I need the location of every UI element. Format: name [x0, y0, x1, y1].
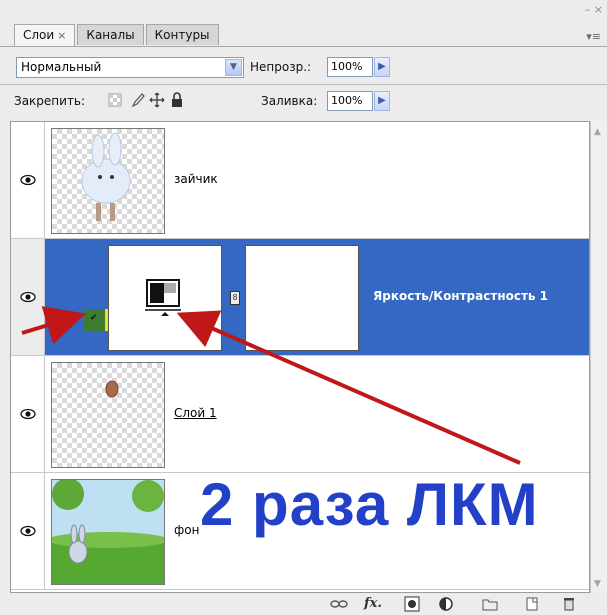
tabs-divider [0, 46, 607, 47]
close-icon[interactable]: × [57, 29, 66, 42]
lock-icon[interactable] [170, 92, 184, 108]
layer-row[interactable]: Слой 1 [11, 356, 589, 473]
bunny-image-icon [81, 132, 131, 221]
opacity-label: Непрозр.: [250, 60, 312, 74]
lock-transparency-icon[interactable] [108, 93, 122, 107]
scroll-up-icon[interactable]: ▲ [594, 127, 601, 137]
eye-icon[interactable] [20, 291, 36, 303]
lock-label: Закрепить: [14, 94, 86, 108]
adjustment-thumbnail[interactable] [108, 245, 222, 351]
panel-menu-icon[interactable]: ▾≡ [586, 30, 601, 43]
tab-channels[interactable]: Каналы [77, 24, 144, 45]
minimize-icon[interactable]: – [585, 3, 591, 16]
close-icon[interactable]: × [594, 3, 603, 16]
layer-row[interactable]: зайчик [11, 122, 589, 239]
fill-arrow-icon[interactable]: ▶ [374, 91, 390, 111]
adjustment-icon[interactable] [438, 596, 456, 612]
tab-label: Контуры [154, 28, 210, 42]
link-icon[interactable] [330, 599, 348, 609]
layer-row-selected[interactable]: ✔ 8 Яркость/Контрастность 1 [11, 239, 589, 356]
chevron-down-icon[interactable]: ▼ [225, 59, 242, 76]
layer-thumbnail[interactable] [51, 128, 165, 234]
scroll-down-icon[interactable]: ▼ [594, 579, 601, 589]
mask-icon[interactable] [404, 596, 420, 612]
visibility-toggle[interactable] [11, 356, 45, 472]
blend-mode-value: Нормальный [21, 60, 102, 74]
layer-name[interactable]: зайчик [174, 172, 218, 186]
trash-icon[interactable] [562, 596, 576, 612]
tab-paths[interactable]: Контуры [145, 24, 219, 45]
layer-thumbnail[interactable] [51, 362, 165, 468]
layer-link-icon[interactable]: ✔ [83, 309, 111, 331]
visibility-toggle[interactable] [11, 122, 45, 238]
window-controls[interactable]: – × [585, 4, 603, 15]
scrollbar[interactable]: ▲ ▼ [590, 121, 607, 593]
layer-name[interactable]: Слой 1 [174, 406, 217, 420]
eye-icon[interactable] [20, 174, 36, 186]
fill-label: Заливка: [261, 94, 318, 108]
layer-name[interactable]: Яркость/Контрастность 1 [373, 289, 548, 303]
new-layer-icon[interactable] [525, 596, 539, 612]
brush-icon[interactable] [129, 92, 145, 108]
brightness-contrast-icon [145, 279, 181, 316]
opacity-input[interactable]: 100% [327, 57, 373, 77]
fill-input[interactable]: 100% [327, 91, 373, 111]
meadow-image-icon [48, 478, 168, 584]
chain-link-icon[interactable]: 8 [230, 291, 240, 305]
visibility-toggle[interactable] [11, 473, 45, 589]
layer-mask-thumbnail[interactable] [245, 245, 359, 351]
divider [0, 84, 607, 85]
layer-name[interactable]: фон [174, 523, 199, 537]
annotation-text: 2 раза ЛКМ [200, 471, 539, 538]
tab-label: Каналы [86, 28, 135, 42]
ball-image-icon [105, 380, 119, 398]
layer-thumbnail[interactable] [48, 478, 168, 585]
folder-icon[interactable] [482, 597, 498, 611]
tab-label: Слои [23, 28, 55, 42]
opacity-arrow-icon[interactable]: ▶ [374, 57, 390, 77]
eye-icon[interactable] [20, 525, 36, 537]
visibility-toggle[interactable] [11, 239, 45, 355]
panel-tabs: Слои × Каналы Контуры [14, 24, 221, 47]
layers-toolbar: fx. [0, 593, 607, 615]
blend-mode-select[interactable]: Нормальный ▼ [16, 57, 244, 78]
tab-layers[interactable]: Слои × [14, 24, 76, 47]
layers-panel: – × ▾≡ Слои × Каналы Контуры Нормальный ▼… [0, 0, 607, 615]
eye-icon[interactable] [20, 408, 36, 420]
fx-icon[interactable]: fx. [364, 596, 382, 611]
move-icon[interactable] [149, 92, 165, 108]
